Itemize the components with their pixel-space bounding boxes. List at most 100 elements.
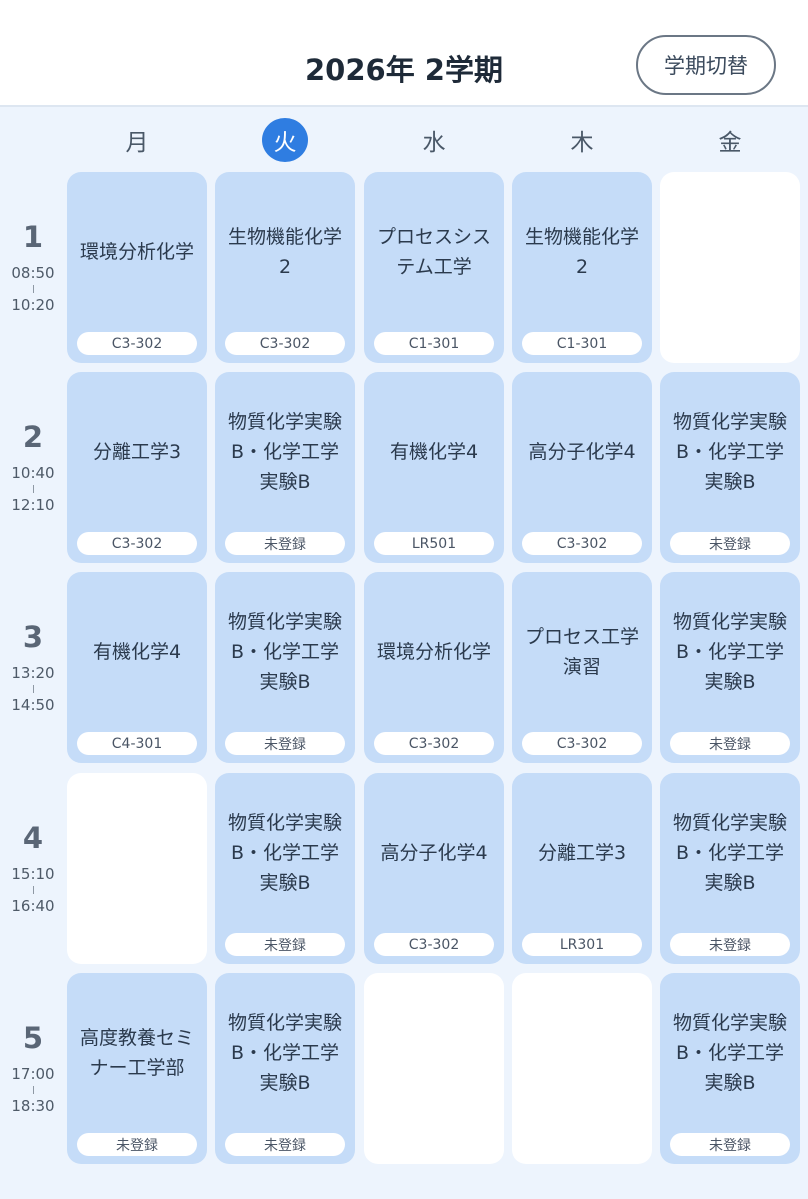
- class-room-badge: 未登録: [670, 732, 790, 755]
- class-subject: 物質化学実験 B・化学工学 実験B: [227, 1012, 342, 1094]
- class-subject: 高度教養セミ ナー工学部: [79, 1027, 194, 1079]
- class-subject: 物質化学実験 B・化学工学 実験B: [672, 812, 787, 894]
- period-start-time: 17:00: [11, 1065, 55, 1083]
- class-subject: プロセスシス テム工学: [376, 226, 491, 278]
- day-header-1: 火: [215, 118, 355, 162]
- period-end-time: 16:40: [11, 897, 55, 915]
- period-start-time: 08:50: [11, 264, 55, 282]
- period-number: 1: [22, 220, 44, 254]
- class-subject: 有機化学4: [92, 641, 182, 663]
- class-cell[interactable]: 物質化学実験 B・化学工学 実験B 未登録: [660, 372, 800, 563]
- class-subject: 環境分析化学: [79, 241, 194, 263]
- empty-cell[interactable]: [67, 773, 207, 964]
- period-number: 4: [22, 821, 44, 855]
- period-end-time: 18:30: [11, 1097, 55, 1115]
- class-room-badge: 未登録: [225, 1133, 345, 1156]
- class-cell[interactable]: 生物機能化学 2 C3-302: [215, 172, 355, 363]
- class-subject: 高分子化学4: [528, 441, 636, 463]
- day-label: 金: [718, 130, 742, 156]
- period-label-1: 1 08:50 10:20: [0, 172, 66, 362]
- class-room-badge: 未登録: [670, 1133, 790, 1156]
- time-separator: [32, 685, 34, 693]
- class-cell[interactable]: 物質化学実験 B・化学工学 実験B 未登録: [660, 572, 800, 763]
- time-separator: [32, 485, 34, 493]
- class-room-badge: LR301: [522, 933, 642, 956]
- day-header-0: 月: [67, 118, 207, 162]
- day-header-2: 水: [364, 118, 504, 162]
- time-separator: [32, 1086, 34, 1094]
- period-start-time: 15:10: [11, 865, 55, 883]
- class-cell[interactable]: 物質化学実験 B・化学工学 実験B 未登録: [660, 773, 800, 964]
- class-cell[interactable]: 物質化学実験 B・化学工学 実験B 未登録: [215, 372, 355, 563]
- class-subject: 生物機能化学 2: [227, 226, 342, 278]
- day-label: 水: [422, 130, 446, 156]
- class-cell[interactable]: 有機化学4 C4-301: [67, 572, 207, 763]
- class-subject: 物質化学実験 B・化学工学 実験B: [227, 812, 342, 894]
- empty-cell[interactable]: [512, 973, 652, 1164]
- period-label-3: 3 13:20 14:50: [0, 572, 66, 762]
- class-room-badge: C1-301: [374, 332, 494, 355]
- class-room-badge: C3-302: [374, 732, 494, 755]
- period-start-time: 13:20: [11, 664, 55, 682]
- class-cell[interactable]: 高度教養セミ ナー工学部未登録: [67, 973, 207, 1164]
- class-room-badge: C1-301: [522, 332, 642, 355]
- class-cell[interactable]: 有機化学4 LR501: [364, 372, 504, 563]
- class-cell[interactable]: 物質化学実験 B・化学工学 実験B 未登録: [660, 973, 800, 1164]
- class-subject: 高分子化学4: [380, 842, 488, 864]
- period-label-5: 5 17:00 18:30: [0, 973, 66, 1163]
- class-subject: 物質化学実験 B・化学工学 実験B: [672, 1012, 787, 1094]
- class-cell[interactable]: 生物機能化学 2 C1-301: [512, 172, 652, 363]
- class-room-badge: 未登録: [670, 532, 790, 555]
- class-subject: 物質化学実験 B・化学工学 実験B: [227, 611, 342, 693]
- period-label-2: 2 10:40 12:10: [0, 372, 66, 562]
- class-cell[interactable]: 高分子化学4 C3-302: [512, 372, 652, 563]
- class-cell[interactable]: 物質化学実験 B・化学工学 実験B 未登録: [215, 773, 355, 964]
- period-end-time: 14:50: [11, 696, 55, 714]
- day-label: 木: [570, 130, 594, 156]
- class-subject: 物質化学実験 B・化学工学 実験B: [672, 411, 787, 493]
- class-subject: 生物機能化学 2: [524, 226, 639, 278]
- class-room-badge: 未登録: [670, 933, 790, 956]
- class-subject: 分離工学3: [92, 441, 182, 463]
- class-subject: 物質化学実験 B・化学工学 実験B: [672, 611, 787, 693]
- period-number: 2: [22, 420, 44, 454]
- class-cell[interactable]: 分離工学3 LR301: [512, 773, 652, 964]
- class-subject: プロセス工学 演習: [524, 626, 639, 678]
- class-subject: 環境分析化学: [376, 641, 491, 663]
- term-switch-button[interactable]: 学期切替: [636, 35, 776, 95]
- class-room-badge: C4-301: [77, 732, 197, 755]
- class-cell[interactable]: 高分子化学4 C3-302: [364, 773, 504, 964]
- class-room-badge: C3-302: [522, 732, 642, 755]
- app-header: 2026年 2学期 学期切替: [0, 0, 808, 107]
- day-header-3: 木: [512, 118, 652, 162]
- day-header-4: 金: [660, 118, 800, 162]
- class-room-badge: LR501: [374, 532, 494, 555]
- class-cell[interactable]: 分離工学3 C3-302: [67, 372, 207, 563]
- class-room-badge: C3-302: [77, 532, 197, 555]
- period-label-4: 4 15:10 16:40: [0, 773, 66, 963]
- class-cell[interactable]: 環境分析化学 C3-302: [67, 172, 207, 363]
- class-room-badge: 未登録: [77, 1133, 197, 1156]
- class-cell[interactable]: 環境分析化学 C3-302: [364, 572, 504, 763]
- time-separator: [32, 886, 34, 894]
- empty-cell[interactable]: [660, 172, 800, 363]
- period-end-time: 10:20: [11, 296, 55, 314]
- class-room-badge: 未登録: [225, 732, 345, 755]
- class-subject: 分離工学3: [537, 842, 627, 864]
- class-cell[interactable]: プロセス工学 演習 C3-302: [512, 572, 652, 763]
- class-room-badge: 未登録: [225, 933, 345, 956]
- class-room-badge: 未登録: [225, 532, 345, 555]
- class-room-badge: C3-302: [77, 332, 197, 355]
- class-subject: 物質化学実験 B・化学工学 実験B: [227, 411, 342, 493]
- period-start-time: 10:40: [11, 464, 55, 482]
- time-separator: [32, 285, 34, 293]
- class-cell[interactable]: 物質化学実験 B・化学工学 実験B 未登録: [215, 572, 355, 763]
- period-end-time: 12:10: [11, 496, 55, 514]
- empty-cell[interactable]: [364, 973, 504, 1164]
- class-cell[interactable]: プロセスシス テム工学 C1-301: [364, 172, 504, 363]
- period-number: 3: [22, 620, 44, 654]
- class-cell[interactable]: 物質化学実験 B・化学工学 実験B 未登録: [215, 973, 355, 1164]
- class-room-badge: C3-302: [225, 332, 345, 355]
- period-number: 5: [22, 1021, 44, 1055]
- day-label: 月: [125, 130, 149, 156]
